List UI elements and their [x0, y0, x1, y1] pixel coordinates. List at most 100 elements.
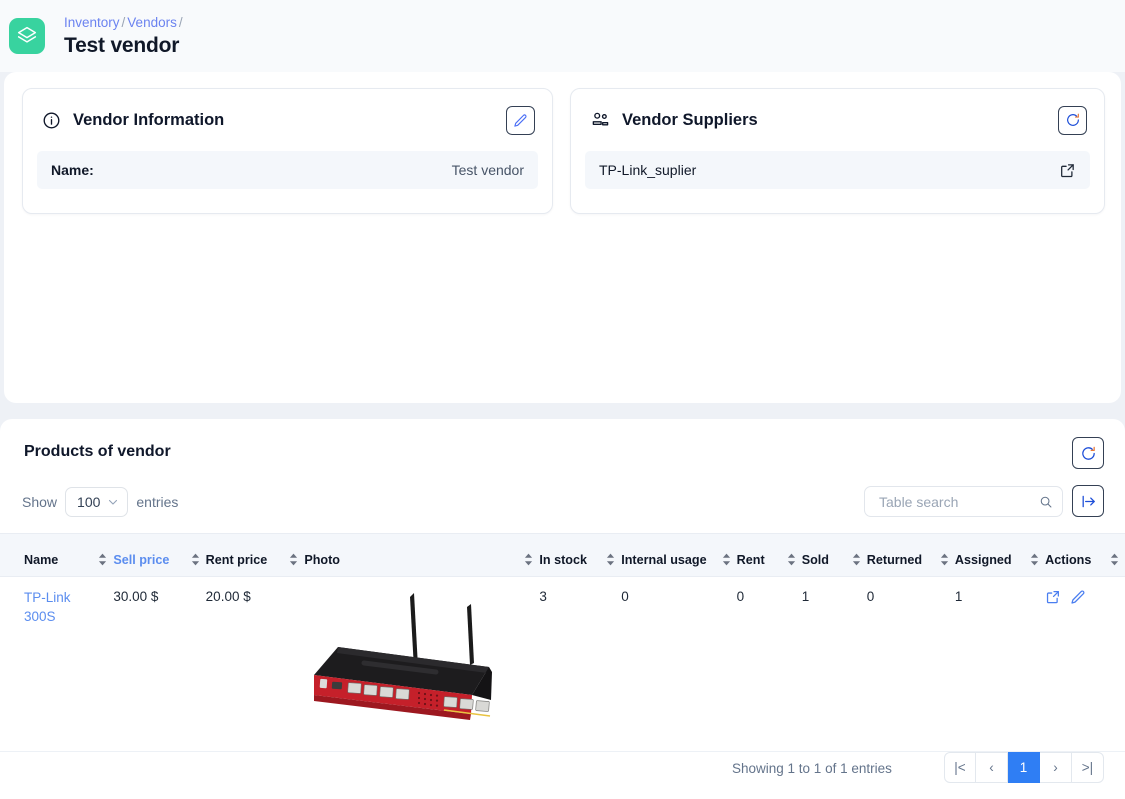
- column-header-sell-price[interactable]: Sell price: [113, 533, 206, 577]
- column-header-name[interactable]: Name: [0, 533, 114, 577]
- vendor-suppliers-card: Vendor Suppliers TP-Link_suplier: [570, 88, 1105, 214]
- column-header-rent-price[interactable]: Rent price: [205, 533, 305, 577]
- vendor-information-header: Vendor Information: [23, 89, 552, 151]
- cell-name: TP-Link 300S: [0, 576, 114, 752]
- vendor-name-label: Name:: [51, 162, 94, 178]
- open-product-button[interactable]: [1045, 589, 1061, 605]
- edit-vendor-button[interactable]: [506, 105, 535, 135]
- supplier-name: TP-Link_suplier: [599, 162, 697, 178]
- product-link[interactable]: TP-Link 300S: [24, 589, 84, 626]
- column-label-actions: Actions: [1045, 553, 1092, 567]
- vendor-suppliers-title: Vendor Suppliers: [622, 110, 758, 129]
- sort-icon: [1110, 553, 1119, 566]
- products-table-body: TP-Link 300S 30.00 $ 20.00 $ 3 0 0 1 0 1: [0, 576, 1125, 752]
- pagination: |< ‹ 1 › >|: [944, 752, 1104, 783]
- external-link-icon: [1047, 591, 1060, 604]
- cell-sold: 1: [801, 576, 867, 752]
- page-title: Test vendor: [64, 34, 180, 57]
- column-header-photo[interactable]: Photo: [304, 533, 540, 577]
- info-circle-icon: [43, 112, 60, 128]
- sort-icon: [1031, 553, 1039, 566]
- search-icon[interactable]: [1039, 494, 1053, 510]
- column-label-sold: Sold: [801, 553, 830, 567]
- sort-icon: [525, 553, 533, 566]
- users-icon: [592, 112, 609, 125]
- show-entries-control: Show 100 entries: [22, 487, 178, 517]
- breadcrumb-item-vendors[interactable]: Vendors: [127, 15, 177, 30]
- column-header-returned[interactable]: Returned: [866, 533, 955, 577]
- export-table-button[interactable]: [1072, 485, 1104, 517]
- first-page-button[interactable]: |<: [944, 752, 976, 783]
- vendor-suppliers-header: Vendor Suppliers: [571, 89, 1104, 151]
- table-showing-info: Showing 1 to 1 of 1 entries: [732, 761, 892, 776]
- column-header-rent[interactable]: Rent: [736, 533, 802, 577]
- layers-icon: [17, 26, 37, 43]
- cell-internal-usage: 0: [621, 576, 737, 752]
- sort-icon: [722, 553, 730, 566]
- vendor-detail-page: Inventory / Vendors / Test vendor Vendor In…: [0, 0, 1125, 799]
- sort-icon: [787, 553, 795, 566]
- cell-assigned: 1: [954, 576, 1046, 752]
- search-input[interactable]: [877, 492, 1040, 511]
- sort-icon: [852, 553, 860, 566]
- column-label-name: Name: [24, 553, 59, 567]
- refresh-icon: [1066, 113, 1079, 126]
- breadcrumb-item-inventory[interactable]: Inventory: [64, 15, 120, 30]
- column-label-photo: Photo: [304, 553, 340, 567]
- column-label-in-stock: In stock: [539, 553, 587, 567]
- edit-product-button[interactable]: [1070, 589, 1086, 605]
- sort-icon: [290, 553, 298, 566]
- cell-sell-price: 30.00 $: [113, 576, 206, 752]
- table-search-wrapper: [864, 486, 1063, 517]
- refresh-products-button[interactable]: [1072, 437, 1104, 469]
- refresh-icon: [1081, 446, 1095, 460]
- supplier-row[interactable]: TP-Link_suplier: [585, 151, 1090, 189]
- page-size-select[interactable]: 100: [65, 487, 129, 517]
- last-page-button[interactable]: >|: [1072, 752, 1104, 783]
- column-label-rent-price: Rent price: [205, 553, 268, 567]
- breadcrumb-separator-2: /: [178, 15, 183, 30]
- entries-label: entries: [136, 494, 179, 510]
- column-label-sell-price: Sell price: [113, 553, 170, 567]
- column-header-assigned[interactable]: Assigned: [954, 533, 1046, 577]
- breadcrumb: Inventory / Vendors /: [64, 14, 185, 31]
- column-header-sold[interactable]: Sold: [801, 533, 867, 577]
- page-size-value: 100: [77, 494, 101, 510]
- router-photo: [304, 589, 501, 741]
- sort-icon: [607, 553, 615, 566]
- pencil-icon: [514, 113, 527, 127]
- page-1-button[interactable]: 1: [1008, 752, 1040, 783]
- vendor-name-row: Name: Test vendor: [37, 151, 538, 189]
- chevron-down-icon: [109, 499, 118, 505]
- column-header-actions[interactable]: Actions: [1045, 533, 1125, 577]
- refresh-suppliers-button[interactable]: [1058, 105, 1087, 135]
- prev-page-button[interactable]: ‹: [976, 752, 1008, 783]
- show-label: Show: [22, 494, 58, 510]
- arrow-bar-right-icon: [1082, 495, 1095, 507]
- cell-in-stock: 3: [539, 576, 622, 752]
- products-table-head: Name Sell price Rent price Photo In stoc…: [0, 533, 1125, 577]
- sort-icon: [940, 553, 949, 566]
- table-header-row: Name Sell price Rent price Photo In stoc…: [0, 533, 1125, 577]
- vendor-information-card: Vendor Information Name: Test vendor: [22, 88, 553, 214]
- cell-returned: 0: [866, 576, 955, 752]
- open-supplier-button[interactable]: [1059, 162, 1076, 179]
- cell-rent-price: 20.00 $: [205, 576, 305, 752]
- page-header: Inventory / Vendors / Test vendor: [0, 0, 1125, 72]
- table-row: TP-Link 300S 30.00 $ 20.00 $ 3 0 0 1 0 1: [0, 576, 1125, 752]
- products-title: Products of vendor: [24, 443, 171, 460]
- next-page-button[interactable]: ›: [1040, 752, 1072, 783]
- cell-rent: 0: [736, 576, 802, 752]
- app-logo: [9, 18, 45, 54]
- column-label-returned: Returned: [866, 553, 923, 567]
- header-text-group: Inventory / Vendors / Test vendor: [64, 14, 185, 58]
- cell-photo: [304, 576, 540, 752]
- sort-icon: [99, 553, 107, 566]
- vendor-name-value: Test vendor: [451, 162, 524, 178]
- column-header-in-stock[interactable]: In stock: [539, 533, 622, 577]
- column-label-rent: Rent: [736, 553, 765, 567]
- column-label-assigned: Assigned: [954, 553, 1012, 567]
- column-header-internal-usage[interactable]: Internal usage: [621, 533, 737, 577]
- external-link-icon: [1061, 163, 1074, 177]
- vendor-information-title: Vendor Information: [73, 110, 225, 129]
